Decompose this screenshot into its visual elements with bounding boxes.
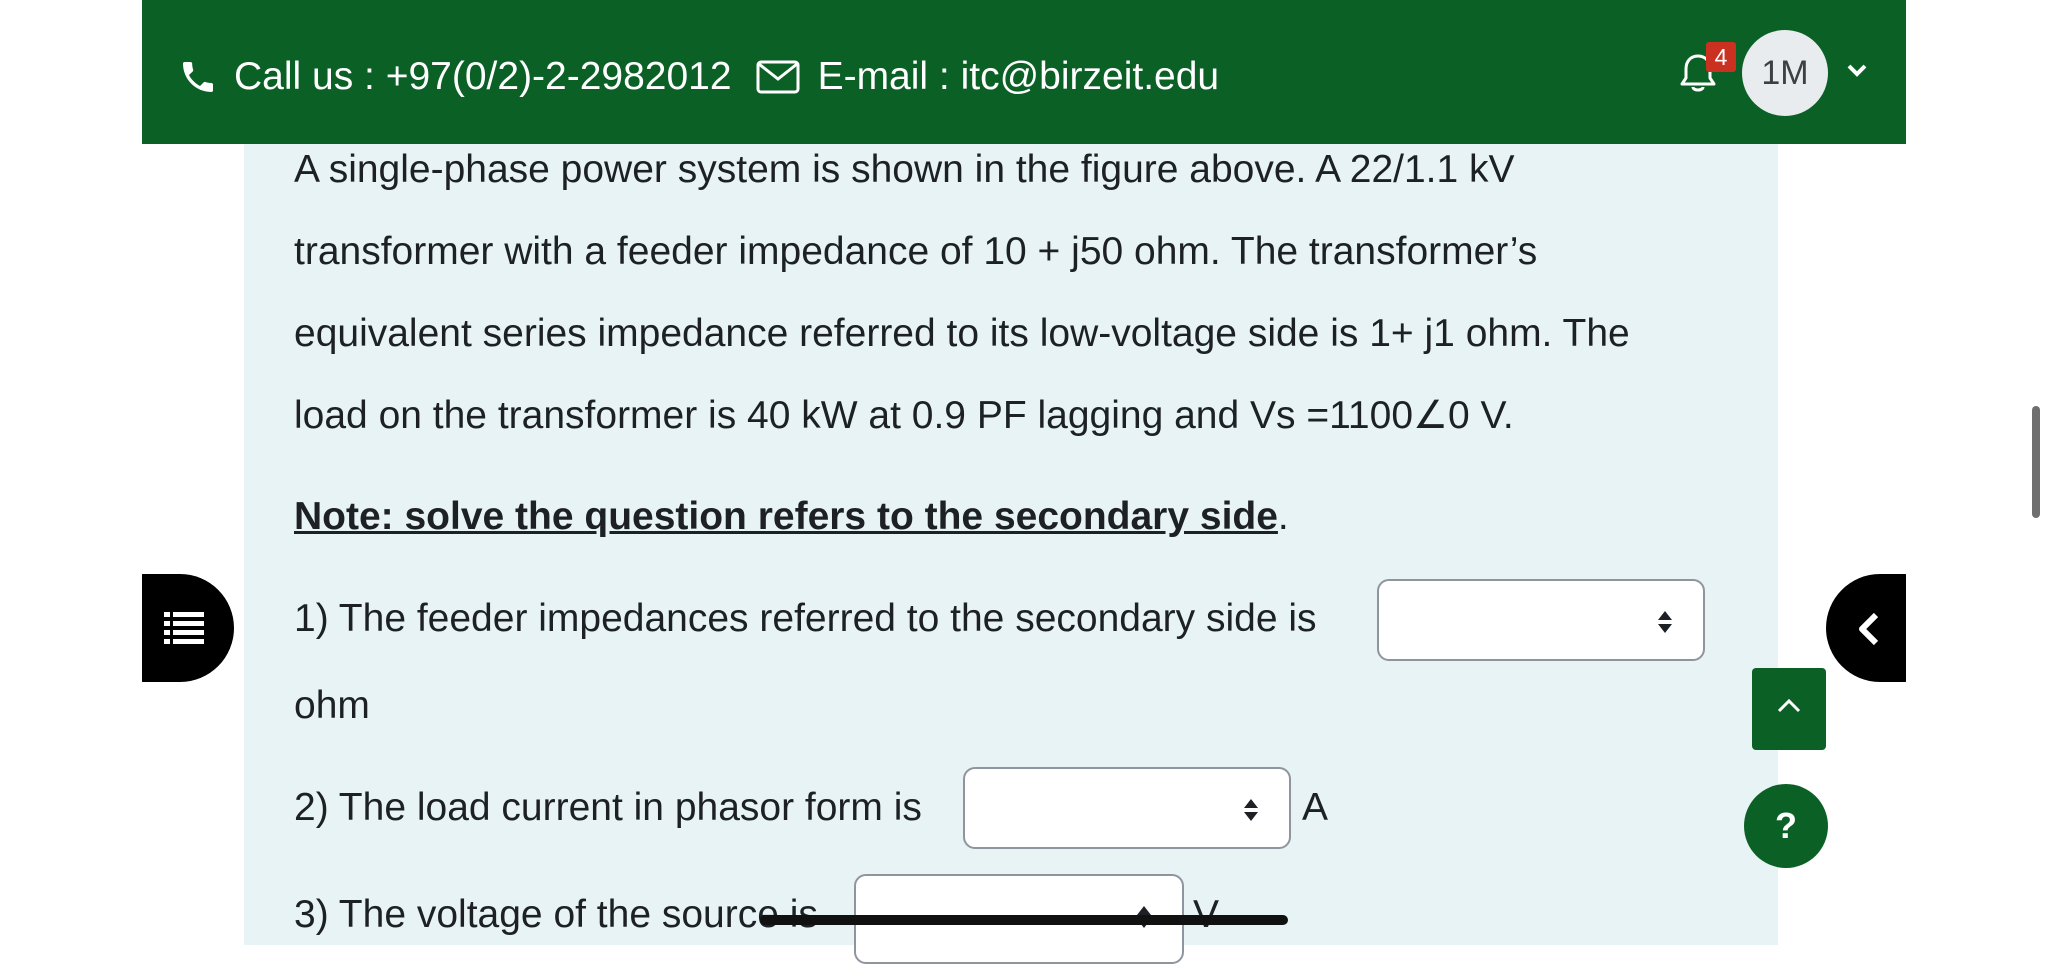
email-link[interactable]: E-mail : itc@birzeit.edu <box>818 55 1220 99</box>
notifications-button[interactable]: 4 <box>1676 42 1736 98</box>
list-icon <box>164 612 204 644</box>
question-line: equivalent series impedance referred to … <box>294 312 1630 355</box>
scrollbar[interactable] <box>2032 406 2040 518</box>
sort-icon <box>1658 611 1672 633</box>
part-1-select[interactable] <box>1377 579 1705 661</box>
envelope-icon <box>732 60 818 94</box>
note-text: Note: solve the question refers to the s… <box>294 495 1278 538</box>
chevron-left-icon <box>1859 612 1879 646</box>
phone-text: Call us : +97(0/2)-2-2982012 <box>234 55 732 98</box>
chevron-down-icon[interactable] <box>1846 62 1868 78</box>
question-line: load on the transformer is 40 kW at 0.9 … <box>294 394 1514 437</box>
chevron-up-icon <box>1777 698 1801 713</box>
part-2-unit: A <box>1302 786 1329 829</box>
note-end: . <box>1277 495 1289 538</box>
user-avatar[interactable]: 1M <box>1742 30 1828 116</box>
sort-icon <box>1244 799 1258 821</box>
course-index-toggle[interactable] <box>142 574 234 682</box>
question-line: transformer with a feeder impedance of 1… <box>294 230 1538 273</box>
back-to-top-button[interactable] <box>1752 668 1826 750</box>
part-2-select[interactable] <box>963 767 1291 849</box>
help-button[interactable]: ? <box>1744 784 1828 868</box>
note: Note: solve the question refers to the s… <box>294 492 1734 542</box>
question-line: A single-phase power system is shown in … <box>294 148 1515 191</box>
top-header: Call us : +97(0/2)-2-2982012 E-mail : it… <box>142 0 1906 144</box>
contact-info: Call us : +97(0/2)-2-2982012 E-mail : it… <box>178 52 1219 102</box>
notification-badge: 4 <box>1706 42 1736 72</box>
home-indicator <box>760 915 1288 925</box>
part-1-unit: ohm <box>294 684 370 727</box>
phone-icon <box>178 57 234 97</box>
block-drawer-toggle[interactable] <box>1826 574 1906 682</box>
